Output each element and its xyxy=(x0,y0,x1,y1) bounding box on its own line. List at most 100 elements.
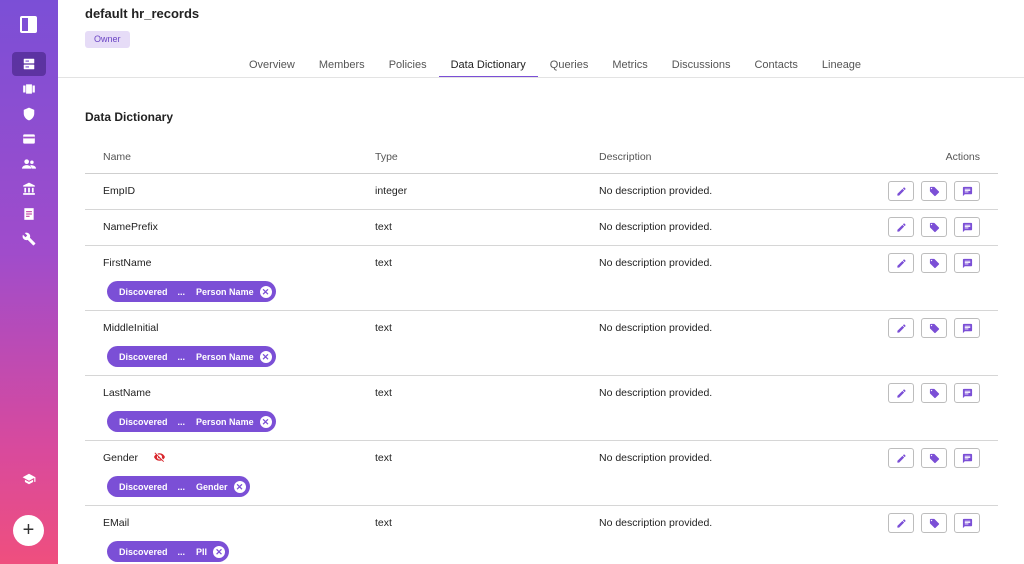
tag-button[interactable] xyxy=(921,448,947,468)
field-type: text xyxy=(375,257,392,269)
page-title: default hr_records xyxy=(85,6,200,21)
edit-button[interactable] xyxy=(888,383,914,403)
comment-button[interactable] xyxy=(954,253,980,273)
field-description: No description provided. xyxy=(599,517,713,529)
tag-button[interactable] xyxy=(921,181,947,201)
classification-tag[interactable]: Discovered... Gender ✕ xyxy=(107,476,250,497)
tag-button[interactable] xyxy=(921,217,947,237)
classification-tag[interactable]: Discovered... Person Name ✕ xyxy=(107,411,276,432)
tag-source: Discovered xyxy=(119,286,168,297)
comment-button[interactable] xyxy=(954,448,980,468)
remove-tag-icon[interactable]: ✕ xyxy=(259,285,272,298)
comment-button[interactable] xyxy=(954,181,980,201)
field-description: No description provided. xyxy=(599,322,713,334)
field-description: No description provided. xyxy=(599,257,713,269)
tab-queries[interactable]: Queries xyxy=(538,52,601,78)
tag-button[interactable] xyxy=(921,253,947,273)
column-header-description[interactable]: Description xyxy=(599,151,652,163)
row-actions xyxy=(888,513,980,533)
tag-label: Gender xyxy=(196,481,228,492)
pencil-icon xyxy=(896,518,906,528)
tag-label: Person Name xyxy=(196,416,254,427)
edit-button[interactable] xyxy=(888,253,914,273)
remove-tag-icon[interactable]: ✕ xyxy=(213,545,226,558)
remove-tag-icon[interactable]: ✕ xyxy=(259,415,272,428)
remove-tag-icon[interactable]: ✕ xyxy=(259,350,272,363)
tab-members[interactable]: Members xyxy=(307,52,377,78)
row-actions xyxy=(888,217,980,237)
tab-policies[interactable]: Policies xyxy=(377,52,439,78)
classification-tag[interactable]: Discovered... PII ✕ xyxy=(107,541,230,562)
field-type: integer xyxy=(375,185,408,197)
tag-separator: ... xyxy=(177,481,186,492)
people-icon[interactable] xyxy=(12,152,46,176)
catalog-icon[interactable] xyxy=(12,52,46,76)
wrench-icon[interactable] xyxy=(12,227,46,251)
comment-button[interactable] xyxy=(954,383,980,403)
tab-data-dictionary[interactable]: Data Dictionary xyxy=(438,52,538,78)
data-dictionary-table: Name Type Description Actions EmpID inte… xyxy=(85,140,998,564)
column-header-actions: Actions xyxy=(945,151,980,163)
add-button[interactable]: + xyxy=(13,515,44,546)
bank-icon[interactable] xyxy=(12,177,46,201)
tag-button[interactable] xyxy=(921,513,947,533)
edit-button[interactable] xyxy=(888,513,914,533)
edit-button[interactable] xyxy=(888,448,914,468)
tag-separator: ... xyxy=(177,416,186,427)
table-row: Gender text No description provided. Dis… xyxy=(85,441,998,506)
edit-button[interactable] xyxy=(888,217,914,237)
row-actions xyxy=(888,448,980,468)
field-name: MiddleInitial xyxy=(103,322,159,334)
tag-icon xyxy=(929,518,939,528)
comment-button[interactable] xyxy=(954,217,980,237)
column-header-name[interactable]: Name xyxy=(103,151,131,163)
school-icon[interactable] xyxy=(12,467,46,491)
pencil-icon xyxy=(896,222,906,232)
field-type: text xyxy=(375,322,392,334)
tab-discussions[interactable]: Discussions xyxy=(660,52,743,78)
tag-button[interactable] xyxy=(921,318,947,338)
section-title: Data Dictionary xyxy=(85,110,174,124)
document-icon[interactable] xyxy=(12,202,46,226)
field-description: No description provided. xyxy=(599,221,713,233)
pencil-icon xyxy=(896,323,906,333)
tag-source: Discovered xyxy=(119,481,168,492)
tag-source: Discovered xyxy=(119,546,168,557)
tab-lineage[interactable]: Lineage xyxy=(810,52,873,78)
table-row: EmpID integer No description provided. xyxy=(85,174,998,210)
field-name: Gender xyxy=(103,452,139,464)
pencil-icon xyxy=(896,453,906,463)
tag-button[interactable] xyxy=(921,383,947,403)
shield-icon[interactable] xyxy=(12,102,46,126)
comment-icon xyxy=(962,258,972,268)
comment-icon xyxy=(962,222,972,232)
row-actions xyxy=(888,253,980,273)
visibility-off-icon[interactable] xyxy=(153,451,166,463)
table-row: NamePrefix text No description provided. xyxy=(85,210,998,246)
tab-contacts[interactable]: Contacts xyxy=(742,52,809,78)
field-name: NamePrefix xyxy=(103,221,158,233)
field-name: FirstName xyxy=(103,257,152,269)
comment-button[interactable] xyxy=(954,318,980,338)
classification-tag[interactable]: Discovered... Person Name ✕ xyxy=(107,346,276,367)
column-header-type[interactable]: Type xyxy=(375,151,398,163)
tag-label: PII xyxy=(196,546,208,557)
edit-button[interactable] xyxy=(888,318,914,338)
edit-button[interactable] xyxy=(888,181,914,201)
tag-icon xyxy=(929,388,939,398)
comment-button[interactable] xyxy=(954,513,980,533)
app-logo-icon[interactable] xyxy=(20,16,37,33)
projects-icon[interactable] xyxy=(12,77,46,101)
tab-bar: Overview Members Policies Data Dictionar… xyxy=(237,52,873,78)
card-icon[interactable] xyxy=(12,127,46,151)
tab-overview[interactable]: Overview xyxy=(237,52,307,78)
pencil-icon xyxy=(896,186,906,196)
owner-badge: Owner xyxy=(85,31,130,48)
field-description: No description provided. xyxy=(599,185,713,197)
remove-tag-icon[interactable]: ✕ xyxy=(233,480,246,493)
row-actions xyxy=(888,181,980,201)
tag-separator: ... xyxy=(177,351,186,362)
classification-tag[interactable]: Discovered... Person Name ✕ xyxy=(107,281,276,302)
tab-metrics[interactable]: Metrics xyxy=(600,52,659,78)
row-actions xyxy=(888,383,980,403)
